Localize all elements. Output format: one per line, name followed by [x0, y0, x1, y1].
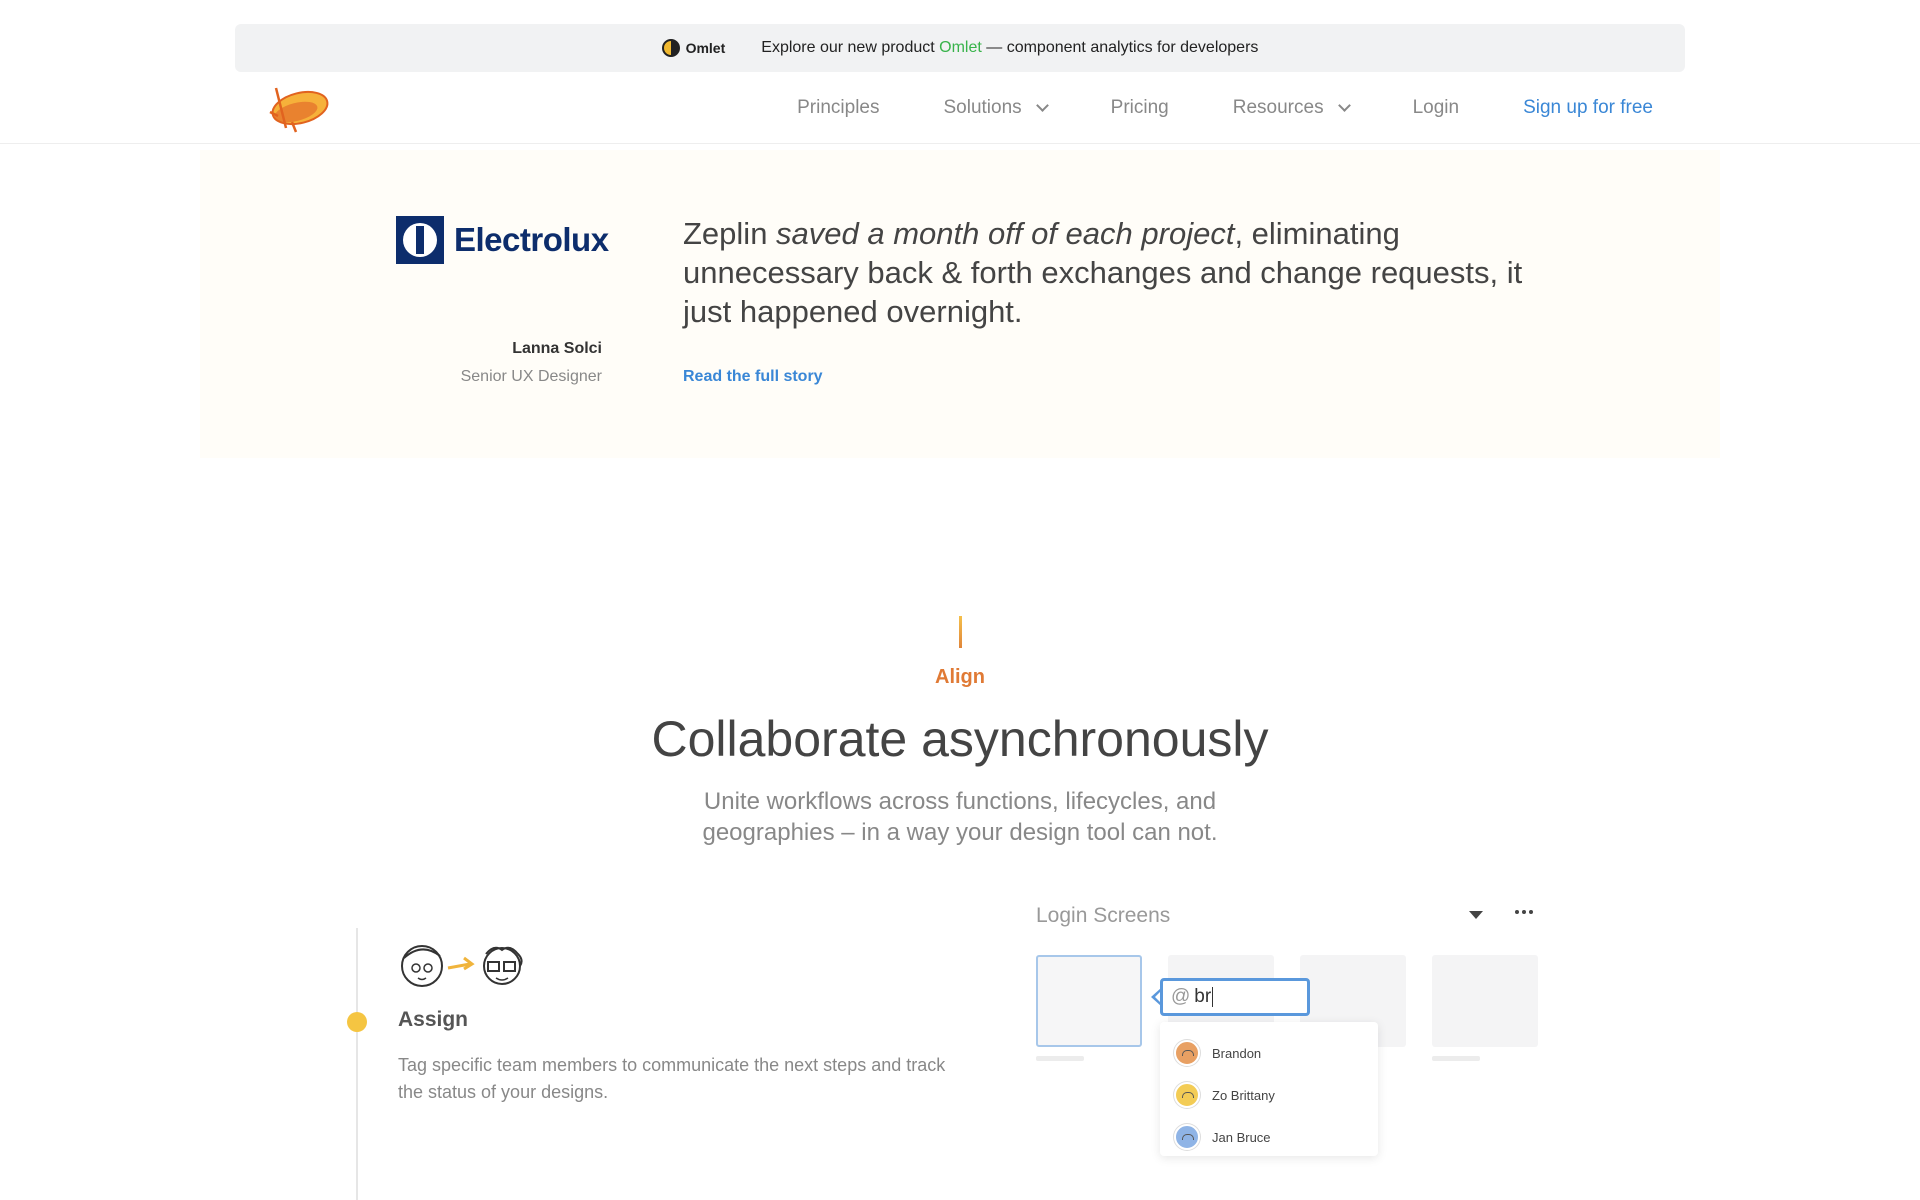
announcement-prefix: Explore our new product — [761, 39, 940, 56]
nav-solutions-label: Solutions — [943, 97, 1022, 118]
quote-emphasis: saved a month off of each project — [776, 216, 1235, 251]
company-name: Electrolux — [454, 221, 609, 258]
chevron-down-icon — [1035, 99, 1049, 112]
nav-principles[interactable]: Principles — [797, 97, 879, 119]
screen-caption-placeholder — [1036, 1056, 1084, 1061]
nav-pricing[interactable]: Pricing — [1111, 97, 1169, 119]
author-role: Senior UX Designer — [460, 368, 602, 385]
omlet-icon — [661, 39, 680, 57]
at-icon: @ — [1171, 986, 1191, 1007]
avatar — [1174, 1082, 1200, 1108]
mention-suggestions: Brandon Zo Brittany Jan Bruce — [1160, 1022, 1378, 1156]
nav-login[interactable]: Login — [1413, 97, 1460, 119]
announcement-text: Explore our new product Omlet — componen… — [761, 39, 1258, 57]
text-cursor — [1212, 987, 1214, 1007]
announcement-bar[interactable]: Omlet Explore our new product Omlet — co… — [235, 24, 1685, 72]
signup-label: Sign up for free — [1523, 97, 1653, 118]
suggestion-item[interactable]: Zo Brittany — [1160, 1074, 1378, 1116]
mention-input[interactable]: @ br — [1160, 978, 1310, 1016]
suggestion-name: Jan Bruce — [1212, 1129, 1271, 1145]
nav-principles-label: Principles — [797, 97, 880, 118]
company-logo: Electrolux — [396, 216, 609, 264]
more-icon[interactable] — [1515, 910, 1533, 914]
caret-down-icon[interactable] — [1469, 911, 1483, 919]
assign-faces-icon — [401, 945, 523, 987]
omlet-brand: Omlet — [685, 40, 726, 56]
top-nav: Principles Solutions Pricing Resources L… — [0, 72, 1920, 144]
nav-menu: Principles Solutions Pricing Resources L… — [797, 72, 1653, 144]
timeline-line — [356, 928, 358, 1200]
author-name: Lanna Solci — [512, 340, 602, 357]
electrolux-icon — [396, 216, 444, 264]
suggestion-name: Brandon — [1212, 1045, 1262, 1061]
screen-thumbnail[interactable] — [1432, 955, 1538, 1047]
omlet-logo: Omlet — [661, 39, 726, 57]
suggestion-name: Zo Brittany — [1212, 1087, 1275, 1103]
avatar — [1174, 1040, 1200, 1066]
testimonial-author: Lanna Solci Senior UX Designer — [461, 340, 602, 386]
signup-button[interactable]: Sign up for free — [1523, 97, 1653, 119]
zeplin-logo-icon[interactable] — [266, 82, 330, 134]
mention-query: br — [1194, 986, 1212, 1007]
section-eyebrow: Align — [935, 666, 985, 688]
feature-title: Assign — [398, 1008, 469, 1031]
omlet-link[interactable]: Omlet — [939, 39, 982, 56]
suggestion-item[interactable]: Brandon — [1160, 1032, 1378, 1074]
screen-thumbnail[interactable] — [1036, 955, 1142, 1047]
section-divider — [959, 616, 962, 648]
announcement-suffix: — component analytics for developers — [981, 39, 1259, 56]
suggestion-item[interactable]: Jan Bruce — [1160, 1116, 1378, 1158]
section-subtitle: Unite workflows across functions, lifecy… — [702, 788, 1218, 846]
nav-login-label: Login — [1412, 97, 1460, 118]
chevron-down-icon — [1337, 99, 1351, 112]
screen-caption-placeholder — [1432, 1056, 1480, 1061]
section-title: Collaborate asynchronously — [651, 711, 1269, 767]
nav-resources[interactable]: Resources — [1232, 97, 1351, 119]
nav-pricing-label: Pricing — [1110, 97, 1169, 118]
feature-description: Tag specific team members to communicate… — [398, 1055, 946, 1102]
testimonial-section: Electrolux Lanna Solci Senior UX Designe… — [200, 150, 1720, 458]
quote-start: Zeplin — [683, 216, 777, 251]
testimonial-quote: Zeplin saved a month off of each project… — [683, 214, 1553, 331]
nav-resources-label: Resources — [1232, 97, 1324, 118]
mock-section-title: Login Screens — [1036, 904, 1171, 927]
avatar — [1174, 1124, 1200, 1150]
nav-solutions[interactable]: Solutions — [943, 97, 1049, 119]
timeline-dot — [347, 1012, 367, 1032]
read-full-story-link[interactable]: Read the full story — [683, 368, 823, 386]
